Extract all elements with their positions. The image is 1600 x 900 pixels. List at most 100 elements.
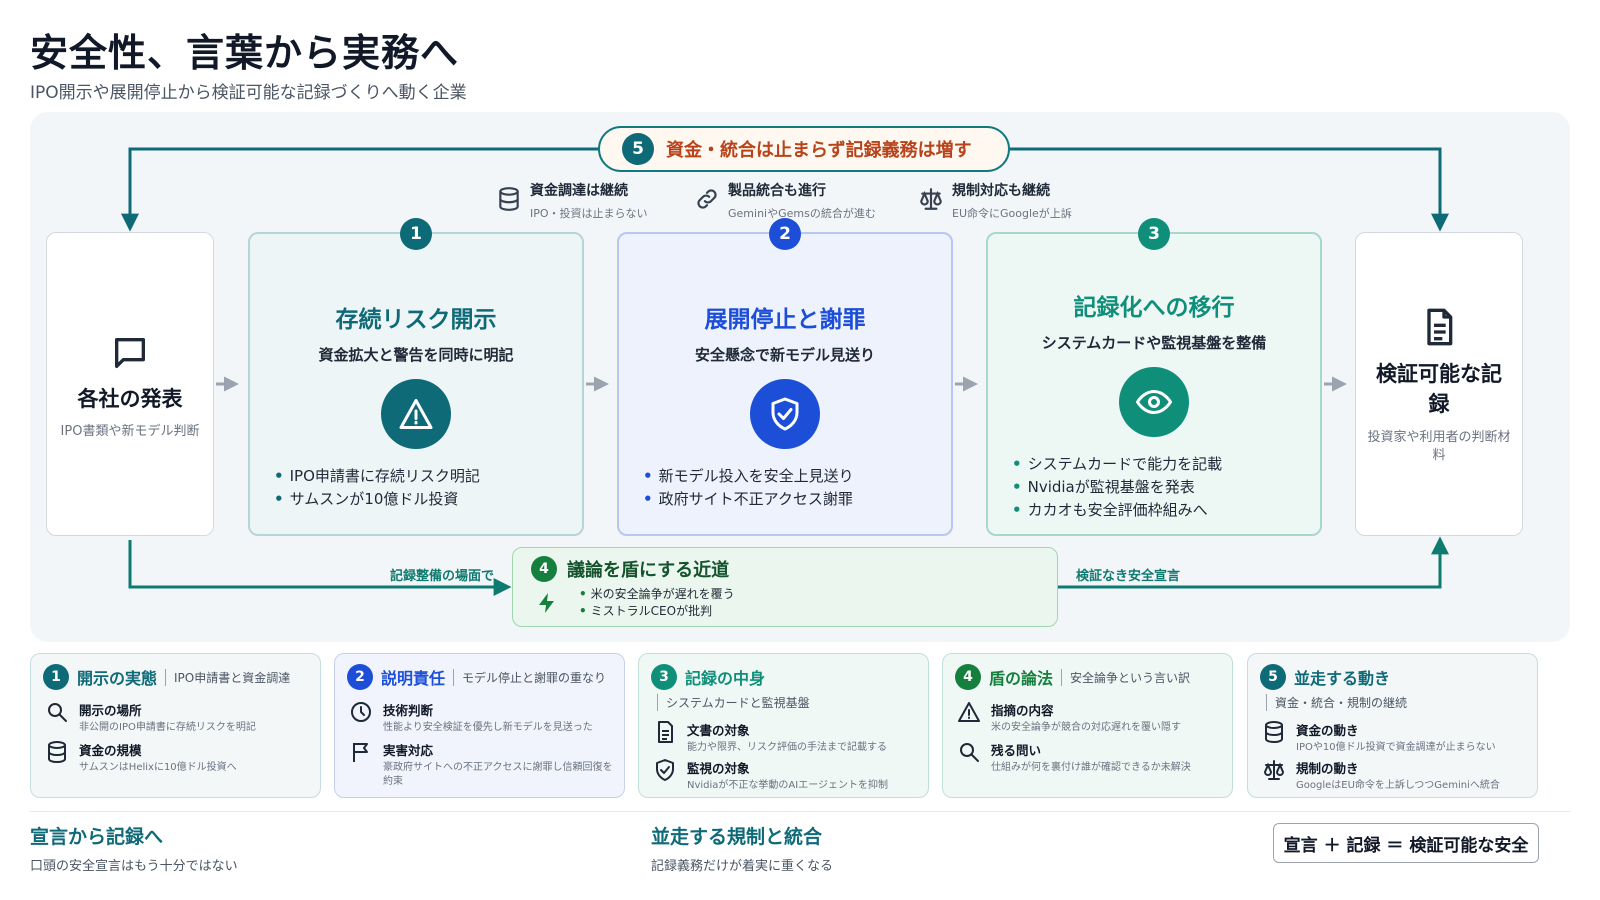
stage-sub: 安全懸念で新モデル見送り bbox=[694, 346, 875, 364]
summary-title: 並走する動き bbox=[1294, 669, 1391, 688]
summary-title: 盾の論法 bbox=[989, 669, 1054, 688]
loop-number: 5 bbox=[622, 133, 654, 165]
stage-icon-circle bbox=[750, 379, 820, 449]
summary-item: 指摘の内容 米の安全論争が競合の対応遅れを覆い隠す bbox=[957, 700, 1227, 735]
stage-number: 3 bbox=[1138, 218, 1170, 250]
summary-tag: 資金・統合・規制の継続 bbox=[1266, 694, 1407, 711]
stage-icon-circle bbox=[381, 379, 451, 449]
top-note-title: 製品統合も進行 bbox=[728, 183, 826, 199]
verified-record-card: 検証可能な記録 投資家や利用者の判断材料 bbox=[1355, 232, 1523, 536]
warning-icon bbox=[398, 396, 434, 432]
summary-number: 3 bbox=[651, 664, 677, 690]
summary-title: 説明責任 bbox=[381, 669, 446, 688]
stage-title: 存続リスク開示 bbox=[335, 307, 497, 333]
top-note-integration: 製品統合も進行 GeminiやGemsの統合が進む bbox=[694, 180, 876, 221]
summary-title: 記録の中身 bbox=[685, 669, 766, 688]
summary-card-2: 2 説明責任 モデル停止と謝罪の重なり 技術判断 性能より安全検証を優先し新モデルを見… bbox=[334, 653, 625, 798]
top-note-sub: GeminiやGemsの統合が進む bbox=[728, 207, 876, 220]
stage-card-2: 2 展開停止と謝罪 安全懸念で新モデル見送り • 新モデル投入を安全上見送り • 政… bbox=[617, 218, 953, 536]
stage-bullet: • 政府サイト不正アクセス謝罪 bbox=[643, 490, 853, 508]
top-note-regulation: 規制対応も継続 EU命令にGoogleが上訴 bbox=[918, 180, 1072, 221]
summary-item: 実害対応 豪政府サイトへの不正アクセスに謝罪し信頼回復を約束 bbox=[349, 740, 619, 789]
detour-card: 4 議論を盾にする近道 • 米の安全論争が遅れを覆う • ミストラルCEOが批判 bbox=[512, 547, 1058, 627]
summary-item: 残る問い 仕組みが何を裏付け誰が確認できるか未解決 bbox=[957, 740, 1227, 775]
summary-number: 1 bbox=[43, 664, 69, 690]
detour-label-out: 検証なき安全宣言 bbox=[1076, 569, 1181, 584]
summary-card-5: 5 並走する動き 資金・統合・規制の継続 資金の動き IPOや10億ドル投資で資金調… bbox=[1247, 653, 1538, 798]
summary-title: 開示の実態 bbox=[77, 669, 158, 688]
detour-bullet: • ミストラルCEOが批判 bbox=[579, 604, 713, 618]
database-icon bbox=[45, 740, 69, 764]
warning-icon bbox=[957, 700, 981, 724]
verified-record-sub: 投資家や利用者の判断材料 bbox=[1367, 430, 1511, 463]
footer-sub: 記録義務だけが着実に重くなる bbox=[651, 859, 834, 874]
equation-box: 宣言 ＋ 記録 ＝ 検証可能な安全 bbox=[1273, 823, 1539, 863]
footer-title: 並走する規制と統合 bbox=[651, 826, 823, 848]
stage-bullet: • Nvidiaが監視基盤を発表 bbox=[1012, 478, 1195, 496]
summary-card-4: 4 盾の論法 安全論争という言い訳 指摘の内容 米の安全論争が競合の対応遅れを覆い隠す… bbox=[942, 653, 1233, 798]
shield-check-icon bbox=[767, 396, 803, 432]
summary-tag: モデル停止と謝罪の重なり bbox=[453, 668, 606, 686]
summary-item: 資金の規模 サムスンはHelixに10億ドル投資へ bbox=[45, 740, 315, 775]
footer-title: 宣言から記録へ bbox=[30, 826, 164, 848]
stage-bullet: • 新モデル投入を安全上見送り bbox=[643, 467, 854, 485]
summary-item: 資金の動き IPOや10億ドル投資で資金調達が止まらない bbox=[1262, 720, 1532, 755]
announcement-title: 各社の発表 bbox=[77, 387, 183, 411]
footer-sub: 口頭の安全宣言はもう十分ではない bbox=[30, 859, 238, 874]
clock-icon bbox=[349, 700, 373, 724]
stage-bullet: • システムカードで能力を記載 bbox=[1012, 455, 1223, 473]
summary-number: 5 bbox=[1260, 664, 1286, 690]
stage-card-3: 3 記録化への移行 システムカードや監視基盤を整備 • システムカードで能力を記載… bbox=[986, 218, 1322, 536]
top-note-title: 規制対応も継続 bbox=[952, 183, 1050, 199]
summary-card-1: 1 開示の実態 IPO申請書と資金調達 開示の場所 非公開のIPO申請書に存続リスクを… bbox=[30, 653, 321, 798]
top-note-sub: IPO・投資は止まらない bbox=[530, 207, 648, 220]
summary-card-3: 3 記録の中身 システムカードと監視基盤 文書の対象 能力や限界、リスク評価の手法ま… bbox=[638, 653, 929, 798]
loop-pill: 5 資金・統合は止まらず記録義務は増す bbox=[598, 126, 1010, 172]
detour-title: 議論を盾にする近道 bbox=[567, 560, 730, 581]
summary-item: 開示の場所 非公開のIPO申請書に存続リスクを明記 bbox=[45, 700, 315, 735]
announcement-sub: IPO書類や新モデル判断 bbox=[60, 424, 200, 439]
loop-arrow-right bbox=[1010, 147, 1449, 232]
stage-bullet: • サムスンが10億ドル投資 bbox=[274, 490, 459, 508]
bolt-icon bbox=[535, 588, 559, 618]
search-icon bbox=[957, 740, 981, 764]
scale-icon bbox=[1262, 758, 1286, 782]
detour-bullet: • 米の安全論争が遅れを覆う bbox=[579, 587, 735, 601]
chat-icon bbox=[110, 333, 150, 373]
detour-label-in: 記録整備の場面で bbox=[390, 569, 495, 584]
summary-item: 文書の対象 能力や限界、リスク評価の手法まで記載する bbox=[653, 720, 923, 755]
footer-divider bbox=[30, 811, 1570, 812]
shield-check-icon bbox=[653, 758, 677, 782]
eye-icon bbox=[1136, 384, 1172, 420]
file-icon bbox=[653, 720, 677, 744]
stage-number: 2 bbox=[769, 218, 801, 250]
footer-note-2: 並走する規制と統合 記録義務だけが着実に重くなる bbox=[651, 822, 833, 874]
loop-label: 資金・統合は止まらず記録義務は増す bbox=[666, 140, 972, 161]
verified-record-title: 検証可能な記録 bbox=[1376, 362, 1502, 416]
summary-item: 規制の動き GoogleはEU命令を上訴しつつGeminiへ統合 bbox=[1262, 758, 1532, 793]
link-icon bbox=[694, 186, 720, 212]
database-icon bbox=[496, 186, 522, 212]
stage-number: 1 bbox=[400, 218, 432, 250]
summary-item: 技術判断 性能より安全検証を優先し新モデルを見送った bbox=[349, 700, 619, 735]
stage-bullet: • カカオも安全評価枠組みへ bbox=[1012, 501, 1208, 519]
top-note-sub: EU命令にGoogleが上訴 bbox=[952, 207, 1072, 220]
summary-number: 4 bbox=[955, 664, 981, 690]
stage-sub: 資金拡大と警告を同時に明記 bbox=[318, 346, 514, 364]
summary-tag: システムカードと監視基盤 bbox=[657, 694, 810, 711]
stage-card-1: 1 存続リスク開示 資金拡大と警告を同時に明記 • IPO申請書に存続リスク明記 … bbox=[248, 218, 584, 536]
document-icon bbox=[1419, 307, 1459, 347]
summary-tag: 安全論争という言い訳 bbox=[1061, 668, 1190, 686]
summary-tag: IPO申請書と資金調達 bbox=[165, 668, 290, 686]
stage-sub: システムカードや監視基盤を整備 bbox=[1041, 334, 1267, 352]
announcement-card: 各社の発表 IPO書類や新モデル判断 bbox=[46, 232, 214, 536]
stage-icon-circle bbox=[1119, 367, 1189, 437]
stage-bullet: • IPO申請書に存続リスク明記 bbox=[274, 467, 480, 485]
stage-title: 記録化への移行 bbox=[1073, 295, 1235, 321]
database-icon bbox=[1262, 720, 1286, 744]
summary-item: 監視の対象 Nvidiaが不正な挙動のAIエージェントを抑制 bbox=[653, 758, 923, 793]
footer-note-1: 宣言から記録へ 口頭の安全宣言はもう十分ではない bbox=[30, 822, 238, 874]
scale-icon bbox=[918, 186, 944, 212]
top-note-funding: 資金調達は継続 IPO・投資は止まらない bbox=[496, 180, 648, 221]
search-icon bbox=[45, 700, 69, 724]
